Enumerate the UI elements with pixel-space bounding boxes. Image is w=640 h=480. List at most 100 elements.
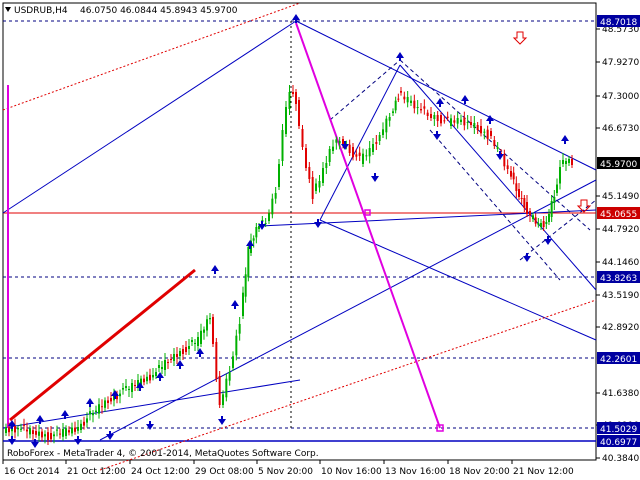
candle-body bbox=[38, 431, 40, 436]
candle-body bbox=[35, 431, 37, 435]
price-tag-level-mid: 43.8263 bbox=[597, 271, 640, 284]
candle-body bbox=[362, 153, 364, 164]
time-tick-label: 29 Oct 08:00 bbox=[195, 467, 254, 477]
candle-body bbox=[301, 129, 304, 147]
candle-body bbox=[550, 201, 553, 217]
candle-body bbox=[146, 376, 148, 382]
candle-body bbox=[545, 222, 548, 224]
candle-body bbox=[476, 125, 479, 130]
candle-body bbox=[200, 330, 202, 344]
price-chart[interactable]: USDRUB,H4 46.0750 46.0844 45.8943 45.970… bbox=[0, 0, 640, 480]
candle-body bbox=[17, 428, 19, 430]
candle-body bbox=[191, 340, 193, 342]
candle-body bbox=[235, 335, 238, 356]
candle-body bbox=[212, 317, 214, 344]
candle-body bbox=[215, 342, 218, 379]
candle-body bbox=[23, 424, 25, 426]
candle-body bbox=[515, 183, 518, 191]
candle-body bbox=[285, 107, 287, 134]
candle-body bbox=[450, 118, 452, 126]
candle-body bbox=[89, 411, 91, 415]
candle-body bbox=[443, 120, 446, 122]
candle-body bbox=[161, 367, 163, 369]
candle-body bbox=[107, 400, 109, 403]
candle-body bbox=[222, 394, 224, 405]
candle-body bbox=[143, 378, 145, 383]
candle-body bbox=[382, 129, 384, 135]
candle-body bbox=[155, 372, 157, 376]
svg-text:40.6977: 40.6977 bbox=[600, 438, 637, 448]
candle-body bbox=[318, 181, 321, 188]
svg-text:45.0655: 45.0655 bbox=[600, 210, 637, 220]
candle-body bbox=[311, 177, 314, 199]
price-tick-label: 44.1460 bbox=[602, 258, 639, 268]
candle-body bbox=[95, 410, 97, 412]
candle-body bbox=[378, 135, 381, 141]
candle-body bbox=[179, 351, 181, 356]
candle-body bbox=[77, 427, 79, 431]
candle-body bbox=[453, 120, 456, 123]
candle-body bbox=[252, 238, 255, 241]
candle-body bbox=[440, 115, 442, 124]
candle-body bbox=[416, 107, 419, 108]
candle-body bbox=[53, 434, 55, 437]
candle-body bbox=[128, 389, 130, 390]
candle-body bbox=[562, 160, 564, 164]
candle-body bbox=[463, 117, 466, 126]
candle-body bbox=[520, 198, 523, 199]
candle-body bbox=[149, 374, 151, 381]
candle-body bbox=[456, 118, 459, 124]
time-tick-label: 21 Nov 12:00 bbox=[513, 467, 574, 477]
candle-body bbox=[433, 115, 436, 119]
candle-body bbox=[86, 418, 88, 423]
candle-body bbox=[483, 131, 486, 133]
candle-body bbox=[268, 213, 270, 221]
candle-body bbox=[410, 100, 412, 103]
candle-body bbox=[182, 349, 184, 354]
candle-body bbox=[122, 388, 124, 390]
candle-body bbox=[325, 163, 328, 168]
candle-body bbox=[352, 147, 354, 158]
candle-body bbox=[473, 123, 476, 128]
candle-body bbox=[83, 421, 85, 426]
candle-body bbox=[188, 346, 190, 349]
candle-body bbox=[526, 202, 528, 214]
candle-body bbox=[540, 223, 542, 227]
candle-body bbox=[368, 148, 371, 157]
candle-body bbox=[152, 375, 154, 378]
candle-body bbox=[394, 100, 397, 111]
candle-body bbox=[556, 184, 558, 193]
candle-body bbox=[503, 154, 506, 167]
candle-body bbox=[98, 404, 100, 414]
candle-body bbox=[225, 378, 228, 398]
candle-body bbox=[426, 112, 429, 116]
candle-body bbox=[92, 413, 94, 416]
candle-body bbox=[332, 146, 334, 151]
candle-body bbox=[131, 383, 133, 392]
candle-body bbox=[423, 106, 426, 109]
candle-body bbox=[5, 427, 7, 433]
candle-body bbox=[56, 429, 58, 431]
candle-body bbox=[403, 96, 406, 100]
candle-body bbox=[305, 148, 307, 168]
candle-body bbox=[446, 116, 449, 118]
candle-body bbox=[548, 214, 550, 222]
candle-body bbox=[232, 356, 234, 368]
candle-body bbox=[568, 159, 570, 163]
candle-body bbox=[358, 152, 361, 156]
candle-body bbox=[400, 91, 402, 93]
time-tick-label: 18 Nov 20:00 bbox=[449, 467, 510, 477]
candle-body bbox=[565, 161, 567, 164]
candle-body bbox=[278, 164, 280, 187]
candle-body bbox=[355, 154, 358, 157]
candle-body bbox=[388, 117, 391, 121]
candle-body bbox=[59, 433, 61, 435]
candle-body bbox=[209, 318, 211, 320]
candle-body bbox=[264, 223, 267, 224]
candle-body bbox=[322, 168, 324, 183]
candle-body bbox=[392, 111, 394, 113]
candle-body bbox=[271, 198, 274, 215]
candle-body bbox=[537, 223, 540, 225]
candle-body bbox=[170, 359, 172, 360]
candle-body bbox=[255, 227, 258, 238]
